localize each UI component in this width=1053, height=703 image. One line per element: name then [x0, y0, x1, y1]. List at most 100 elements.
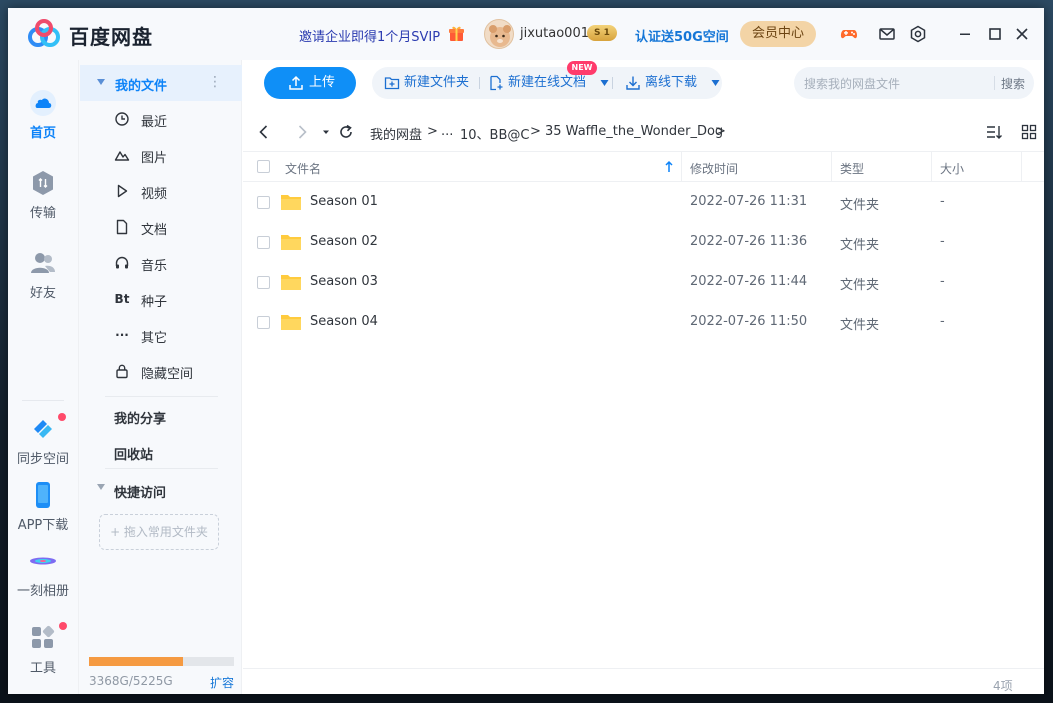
- breadcrumb-item[interactable]: 我的网盘: [370, 124, 422, 143]
- file-size: -: [940, 314, 945, 329]
- file-name[interactable]: Season 01: [310, 194, 378, 209]
- quick-access-drop-zone[interactable]: + 拖入常用文件夹: [99, 514, 219, 550]
- column-modified[interactable]: 修改时间: [690, 160, 738, 177]
- my-files-header[interactable]: 我的文件 ⋮: [80, 65, 242, 101]
- row-checkbox[interactable]: [257, 316, 270, 329]
- clock-icon: [115, 112, 129, 126]
- close-icon[interactable]: [1012, 24, 1032, 44]
- category-torrents[interactable]: Bt 种子: [79, 281, 241, 317]
- file-name[interactable]: Season 02: [310, 234, 378, 249]
- file-modified: 2022-07-26 11:36: [690, 234, 808, 249]
- column-divider: [831, 152, 832, 181]
- nav-app-download-label: APP下载: [17, 518, 69, 533]
- search-box[interactable]: 搜索我的网盘文件 搜索: [794, 67, 1034, 99]
- breadcrumb: 我的网盘 > ... 10、BB@C > 35 Waffle_the_Wonde…: [243, 116, 1044, 148]
- breadcrumb-item[interactable]: ...: [441, 124, 453, 139]
- nav-friends[interactable]: 好友: [8, 248, 78, 301]
- search-input[interactable]: 搜索我的网盘文件: [804, 75, 900, 92]
- nav-sync-space[interactable]: 同步空间: [8, 414, 78, 467]
- nav-app-download[interactable]: APP下载: [8, 480, 78, 533]
- select-all-checkbox[interactable]: [257, 160, 270, 173]
- upload-button[interactable]: 上传: [264, 67, 356, 99]
- gift-icon[interactable]: [448, 25, 465, 42]
- file-name[interactable]: Season 04: [310, 314, 378, 329]
- table-row[interactable]: Season 02 2022-07-26 11:36 文件夹 -: [243, 222, 1044, 262]
- folder-icon: [281, 235, 301, 250]
- nav-tools[interactable]: 工具: [8, 623, 78, 676]
- vip-center-button[interactable]: 会员中心: [740, 21, 816, 47]
- album-icon: [30, 557, 56, 565]
- category-hidden-space[interactable]: 隐藏空间: [79, 353, 241, 389]
- folder-icon: [281, 195, 301, 210]
- username[interactable]: jixutao001: [520, 26, 589, 41]
- history-dropdown-icon[interactable]: [316, 122, 336, 142]
- tools-icon: [32, 625, 55, 648]
- gamepad-icon[interactable]: [839, 24, 859, 44]
- toolbar-divider: [612, 77, 613, 89]
- expand-storage-link[interactable]: 扩容: [210, 674, 234, 691]
- friends-icon: [31, 253, 55, 273]
- row-checkbox[interactable]: [257, 196, 270, 209]
- nav-transfer[interactable]: 传输: [8, 168, 78, 221]
- category-others[interactable]: ··· 其它: [79, 317, 241, 353]
- verify-link[interactable]: 认证送50G空间: [635, 26, 729, 45]
- recycle-bin-link[interactable]: 回收站: [114, 444, 153, 463]
- column-divider: [681, 152, 682, 181]
- row-checkbox[interactable]: [257, 276, 270, 289]
- maximize-icon[interactable]: [985, 24, 1005, 44]
- nav-home-label: 首页: [29, 126, 56, 141]
- column-size[interactable]: 大小: [940, 160, 964, 177]
- category-images[interactable]: 图片: [79, 137, 241, 173]
- nav-home[interactable]: 首页: [8, 88, 78, 141]
- category-videos[interactable]: 视频: [79, 173, 241, 209]
- item-count: 4项: [993, 679, 1013, 693]
- avatar[interactable]: [484, 19, 514, 49]
- category-music[interactable]: 音乐: [79, 245, 241, 281]
- breadcrumb-item[interactable]: 35 Waffle_the_Wonder_Dog: [545, 124, 723, 139]
- category-documents[interactable]: 文档: [79, 209, 241, 245]
- search-button[interactable]: 搜索: [1001, 75, 1025, 92]
- category-label: 音乐: [141, 259, 168, 274]
- lock-icon: [116, 364, 128, 379]
- upload-icon: [289, 75, 303, 90]
- quick-access-header[interactable]: 快捷访问: [114, 482, 166, 501]
- column-name[interactable]: 文件名: [285, 160, 321, 177]
- nav-album[interactable]: 一刻相册: [8, 546, 78, 599]
- table-row[interactable]: Season 04 2022-07-26 11:50 文件夹 -: [243, 302, 1044, 342]
- table-row[interactable]: Season 03 2022-07-26 11:44 文件夹 -: [243, 262, 1044, 302]
- panel-divider: [105, 396, 218, 397]
- file-size: -: [940, 274, 945, 289]
- collapse-triangle-icon[interactable]: [97, 79, 105, 85]
- forward-icon[interactable]: [292, 122, 312, 142]
- folder-icon: [281, 315, 301, 330]
- back-icon[interactable]: [254, 122, 274, 142]
- nav-divider: [22, 400, 64, 401]
- settings-icon[interactable]: [908, 24, 928, 44]
- file-name[interactable]: Season 03: [310, 274, 378, 289]
- more-vertical-icon[interactable]: ⋮: [208, 74, 222, 90]
- storage-quota-bar: [89, 657, 234, 666]
- row-checkbox[interactable]: [257, 236, 270, 249]
- image-icon: [114, 151, 130, 161]
- toolbar-divider: [479, 77, 480, 89]
- mail-icon[interactable]: [877, 24, 897, 44]
- svip-promo-link[interactable]: 邀请企业即得1个月SVIP: [299, 26, 440, 45]
- my-share-link[interactable]: 我的分享: [114, 408, 166, 427]
- minimize-icon[interactable]: [955, 24, 975, 44]
- sort-ascending-icon[interactable]: [664, 160, 674, 174]
- file-modified: 2022-07-26 11:31: [690, 194, 808, 209]
- sort-icon[interactable]: [985, 123, 1003, 141]
- storage-quota-fill: [89, 657, 183, 666]
- column-type[interactable]: 类型: [840, 160, 864, 177]
- table-row[interactable]: Season 01 2022-07-26 11:31 文件夹 -: [243, 182, 1044, 222]
- nav-transfer-label: 传输: [29, 206, 56, 221]
- expand-triangle-icon[interactable]: [97, 484, 105, 490]
- category-panel: 我的文件 ⋮ 最近 图片 视频 文档 音乐 Bt 种子 ··· 其它 隐藏空间 …: [78, 60, 242, 694]
- breadcrumb-separator: >: [715, 124, 726, 139]
- breadcrumb-item[interactable]: 10、BB@C: [460, 124, 529, 143]
- file-type: 文件夹: [840, 198, 880, 213]
- grid-view-icon[interactable]: [1020, 123, 1038, 141]
- avatar-image: [489, 25, 511, 47]
- category-recent[interactable]: 最近: [79, 101, 241, 137]
- refresh-icon[interactable]: [336, 122, 356, 142]
